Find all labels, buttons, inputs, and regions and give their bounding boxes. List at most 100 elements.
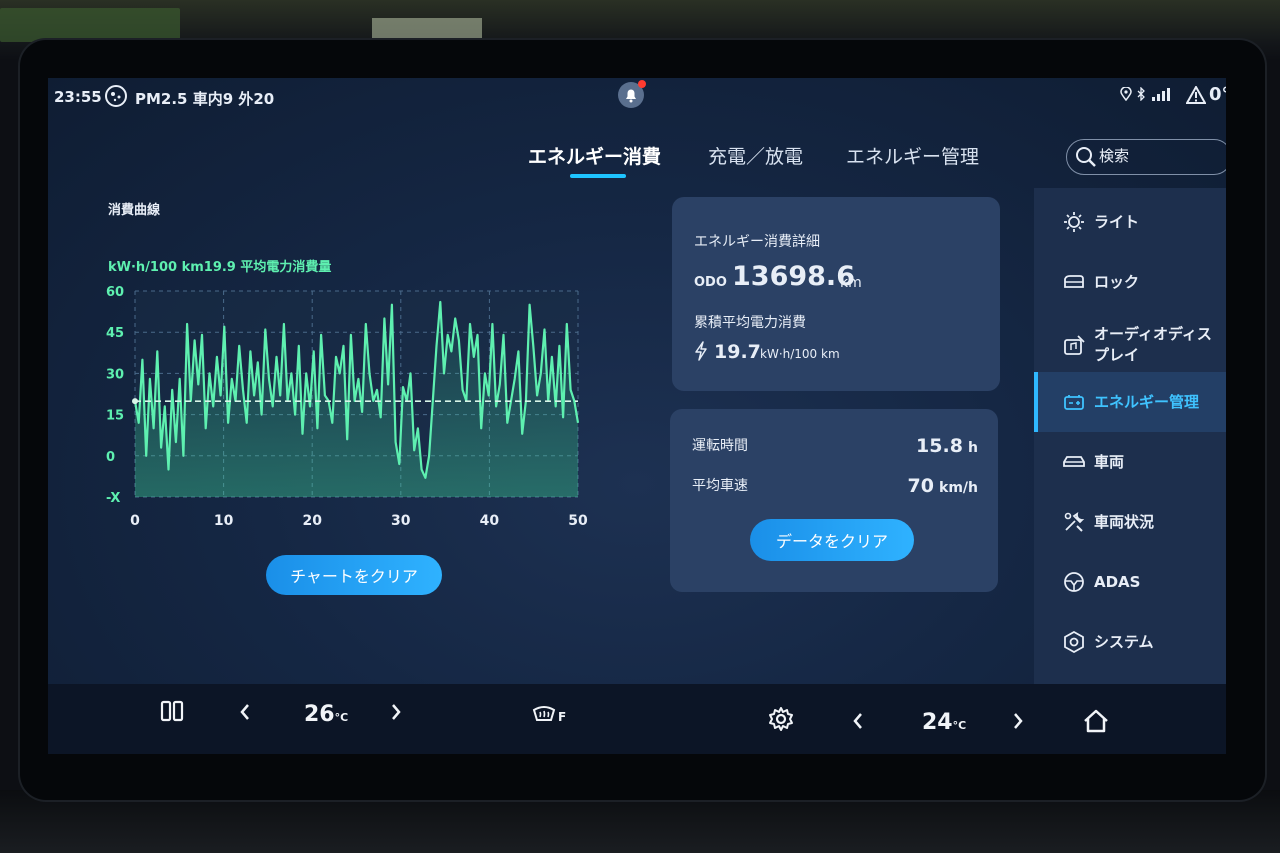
system-status-icons <box>1120 84 1172 104</box>
average-speed: 70 km/h <box>907 475 978 497</box>
air-quality-text[interactable]: PM2.5 車内9 外20 <box>135 88 274 109</box>
consumption-chart[interactable]: -X 0 15 30 45 60 0 10 20 30 40 50 <box>98 283 598 553</box>
outside-temperature: 0° <box>1186 84 1226 105</box>
right-temp-value: 24 <box>922 710 953 735</box>
x-tick-label: 40 <box>480 513 500 529</box>
cumulative-average-unit: kW·h/100 km <box>760 347 840 361</box>
signal-4g-icon <box>1152 88 1170 101</box>
x-axis-ticks: 0 10 20 30 40 50 <box>130 513 588 529</box>
x-tick-label: 50 <box>568 513 588 529</box>
active-tab-indicator <box>570 174 626 178</box>
cumulative-average-value: 19.7 <box>714 341 761 363</box>
climate-dock: 26°C F 24°C <box>48 684 1226 754</box>
status-bar: 23:55 PM2.5 車内9 外20 0° <box>48 78 1226 114</box>
left-temperature: 26°C <box>304 702 348 727</box>
y-tick-label: -X <box>106 491 120 506</box>
system-icon <box>1062 630 1086 654</box>
odo-label: ODO <box>694 275 727 290</box>
y-tick-label: 0 <box>106 450 115 465</box>
sidebar-item-audio-display[interactable]: オーディオディス プレイ <box>1034 312 1226 378</box>
home-icon[interactable] <box>1082 708 1110 734</box>
y-tick-label: 45 <box>106 326 124 341</box>
search-input[interactable] <box>1097 146 1221 166</box>
background-light <box>372 18 482 38</box>
sidebar-label: ADAS <box>1094 572 1141 591</box>
infotainment-screen: 23:55 PM2.5 車内9 外20 0° エネルギー消費 充電／放電 エネル… <box>48 78 1226 754</box>
clear-data-button[interactable]: データをクリア <box>750 519 914 561</box>
tab-charge-discharge[interactable]: 充電／放電 <box>708 142 803 169</box>
average-speed-value: 70 <box>907 475 934 497</box>
sidebar-label: エネルギー管理 <box>1094 392 1200 411</box>
series-start-point <box>132 398 138 405</box>
chart-average-label: kW·h/100 km19.9 平均電力消費量 <box>108 260 332 275</box>
defrost-label: F <box>558 710 567 724</box>
light-icon <box>1062 210 1086 234</box>
clock: 23:55 <box>54 88 102 106</box>
chart-title: 消費曲線 <box>108 203 161 218</box>
right-temp-up-icon[interactable] <box>1012 712 1024 730</box>
air-quality-icon[interactable] <box>104 84 128 108</box>
energy-details-title: エネルギー消費詳細 <box>694 234 820 250</box>
sidebar-label: オーディオディス プレイ <box>1094 325 1212 364</box>
sidebar-label: システム <box>1094 632 1154 651</box>
x-tick-label: 0 <box>130 513 140 529</box>
sidebar-label: 車両状況 <box>1094 512 1155 531</box>
audio-display-icon <box>1062 333 1086 357</box>
drive-time-value: 15.8 <box>916 435 963 457</box>
search-box[interactable] <box>1066 139 1226 175</box>
car-icon <box>1062 450 1086 474</box>
clear-chart-button[interactable]: チャートをクリア <box>266 555 442 595</box>
y-tick-label: 60 <box>106 285 124 300</box>
fan-settings-icon[interactable] <box>768 706 794 732</box>
average-speed-unit: km/h <box>939 480 978 496</box>
y-axis-ticks: -X 0 15 30 45 60 <box>106 285 124 506</box>
left-temp-up-icon[interactable] <box>390 703 402 721</box>
y-tick-label: 30 <box>106 367 124 382</box>
battery-icon <box>1062 390 1086 414</box>
rear-defrost-icon <box>532 706 556 721</box>
left-temp-value: 26 <box>304 702 335 727</box>
left-temp-down-icon[interactable] <box>239 703 251 721</box>
x-tick-label: 20 <box>302 513 322 529</box>
odo-value: 13698.6 <box>732 261 855 292</box>
right-temp-unit: °C <box>952 719 967 732</box>
split-screen-icon[interactable] <box>160 700 184 722</box>
drive-time-label: 運転時間 <box>692 438 748 454</box>
lock-icon <box>1062 270 1086 294</box>
odo-unit: km <box>840 275 862 291</box>
sidebar-item-vehicle-status[interactable]: 車両状況 <box>1034 492 1226 552</box>
sidebar-label: ロック <box>1094 272 1140 291</box>
sidebar-item-system[interactable]: システム <box>1034 612 1226 672</box>
x-tick-label: 10 <box>214 513 234 529</box>
sidebar-label: ライト <box>1094 212 1140 231</box>
settings-sidebar: ライト ロック オーディオディス プレイ エネルギー管理 車両 車両状況 ADA… <box>1034 188 1226 688</box>
average-speed-label: 平均車速 <box>692 478 748 494</box>
drive-stats-card: 運転時間 15.8 h 平均車速 70 km/h データをクリア <box>670 409 998 592</box>
notification-badge <box>638 80 646 88</box>
sidebar-item-adas[interactable]: ADAS <box>1034 552 1226 612</box>
steering-wheel-icon <box>1062 570 1086 594</box>
active-item-indicator <box>1034 372 1038 432</box>
outside-temp-value: 0° <box>1209 84 1226 105</box>
x-tick-label: 30 <box>391 513 411 529</box>
background-sign <box>0 8 180 42</box>
search-icon <box>1076 147 1096 167</box>
tab-energy-consumption[interactable]: エネルギー消費 <box>528 142 661 169</box>
right-temperature: 24°C <box>922 710 966 735</box>
drive-time: 15.8 h <box>916 435 978 457</box>
sidebar-item-energy-management[interactable]: エネルギー管理 <box>1034 372 1226 432</box>
energy-details-card: エネルギー消費詳細 ODO 13698.6 km 累積平均電力消費 19.7 k… <box>672 197 1000 391</box>
sidebar-item-vehicle[interactable]: 車両 <box>1034 432 1226 492</box>
defrost-button[interactable]: F <box>532 704 566 724</box>
drive-time-unit: h <box>968 440 978 456</box>
tab-energy-management[interactable]: エネルギー管理 <box>846 142 979 169</box>
sidebar-label: 車両 <box>1094 452 1125 471</box>
location-icon <box>1120 87 1132 101</box>
left-temp-unit: °C <box>334 711 349 724</box>
sidebar-item-light[interactable]: ライト <box>1034 192 1226 252</box>
sidebar-item-lock[interactable]: ロック <box>1034 252 1226 312</box>
vehicle-status-icon <box>1062 510 1086 534</box>
right-temp-down-icon[interactable] <box>852 712 864 730</box>
y-tick-label: 15 <box>106 409 124 424</box>
lightning-icon <box>695 341 707 361</box>
